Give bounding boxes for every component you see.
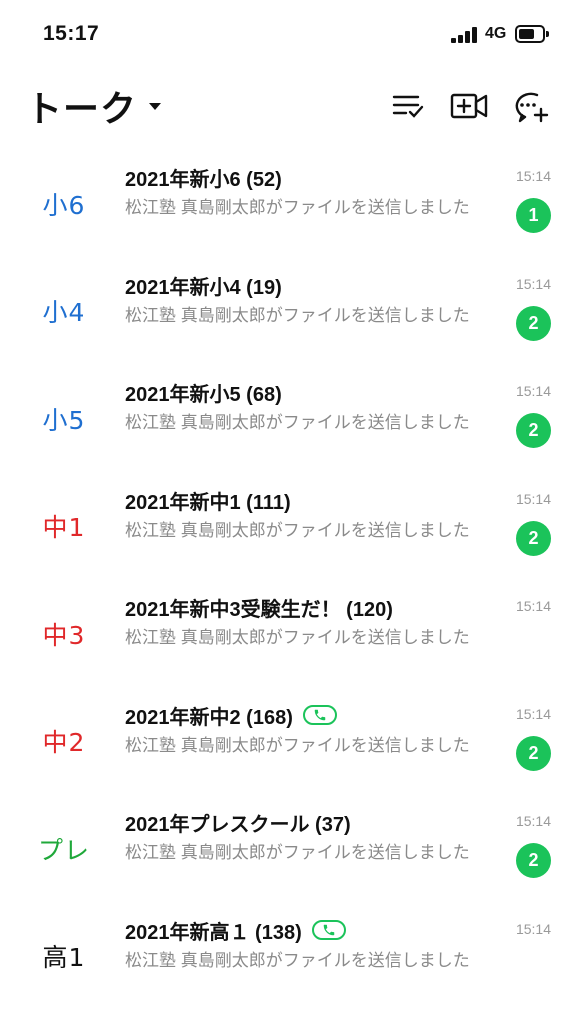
chat-avatar: 高1 bbox=[28, 903, 100, 1010]
chat-preview: 松江塾 真島剛太郎がファイルを送信しました bbox=[125, 198, 470, 217]
call-active-icon bbox=[311, 920, 346, 940]
avatar-label: 中1 bbox=[42, 513, 86, 542]
chat-time: 15:14 bbox=[515, 490, 551, 507]
title-dropdown[interactable]: トーク bbox=[26, 80, 162, 132]
chat-time: 15:14 bbox=[515, 383, 551, 399]
chat-time: 15:14 bbox=[515, 705, 551, 722]
status-time: 15:17 bbox=[43, 22, 100, 45]
chat-preview: 松江塾 真島剛太郎がファイルを送信しました bbox=[125, 413, 470, 432]
unread-badge: 1 bbox=[516, 198, 551, 233]
unread-badge: 2 bbox=[516, 413, 551, 448]
chat-preview: 松江塾 真島剛太郎がファイルを送信しました bbox=[125, 305, 470, 325]
avatar-label: 小5 bbox=[42, 405, 86, 435]
chat-avatar: 中1 bbox=[28, 473, 100, 580]
unread-badge: 2 bbox=[516, 843, 551, 878]
new-chat-icon[interactable] bbox=[511, 86, 551, 126]
call-active-icon bbox=[302, 705, 337, 725]
chat-row[interactable]: 小6 2021年新小6 (52) 松江塾 真島剛太郎がファイルを送信しました 1… bbox=[0, 150, 577, 258]
chat-name-line: 2021年新小5 (68) bbox=[125, 378, 282, 407]
chat-time: 15:14 bbox=[515, 813, 551, 829]
chat-name-line: 2021年新中2 (168) bbox=[125, 701, 337, 730]
page-title: トーク bbox=[26, 88, 138, 129]
chat-name: 2021年新中2 (168) bbox=[125, 706, 293, 729]
chat-avatar: プレ bbox=[28, 795, 100, 902]
chat-name-line: 2021年プレスクール (37) bbox=[125, 808, 351, 837]
chat-avatar: 小5 bbox=[28, 365, 100, 472]
caret-down-icon bbox=[149, 102, 162, 110]
status-bar: 15:17 4G bbox=[0, 0, 577, 70]
chat-row[interactable]: プレ 2021年プレスクール (37) 松江塾 真島剛太郎がファイルを送信しまし… bbox=[0, 795, 577, 903]
chat-name-line: 2021年新中3受験生だ！ (120) bbox=[125, 593, 393, 622]
chat-avatar: 中2 bbox=[28, 688, 100, 795]
chat-name-line: 2021年新小4 (19) bbox=[125, 271, 282, 300]
avatar-label: 中3 bbox=[42, 620, 86, 650]
chat-row[interactable]: 中3 2021年新中3受験生だ！ (120) 松江塾 真島剛太郎がファイルを送信… bbox=[0, 580, 577, 688]
chat-avatar: 小6 bbox=[28, 150, 100, 257]
unread-badge: 2 bbox=[516, 735, 551, 771]
chat-preview: 松江塾 真島剛太郎がファイルを送信しました bbox=[125, 950, 470, 970]
chat-name-line: 2021年新中1 (111) bbox=[125, 486, 291, 515]
chat-time: 15:14 bbox=[515, 598, 551, 614]
chat-row[interactable]: 中1 2021年新中1 (111) 松江塾 真島剛太郎がファイルを送信しました … bbox=[0, 473, 577, 581]
chat-row[interactable]: 小4 2021年新小4 (19) 松江塾 真島剛太郎がファイルを送信しました 1… bbox=[0, 258, 577, 366]
avatar-label: 高1 bbox=[42, 943, 86, 972]
chat-name: 2021年新小6 (52) bbox=[125, 169, 282, 191]
video-call-icon[interactable] bbox=[449, 86, 489, 126]
chat-name: 2021年新小4 (19) bbox=[125, 276, 282, 299]
chat-preview: 松江塾 真島剛太郎がファイルを送信しました bbox=[125, 735, 470, 755]
avatar-label: プレ bbox=[37, 835, 90, 865]
chat-name: 2021年新小5 (68) bbox=[125, 384, 282, 406]
edit-list-icon[interactable] bbox=[388, 86, 428, 126]
signal-icon bbox=[451, 27, 479, 43]
chat-preview: 松江塾 真島剛太郎がファイルを送信しました bbox=[125, 628, 470, 647]
chat-avatar: 小4 bbox=[28, 258, 100, 365]
chat-row[interactable]: 小5 2021年新小5 (68) 松江塾 真島剛太郎がファイルを送信しました 1… bbox=[0, 365, 577, 473]
chat-list: 小6 2021年新小6 (52) 松江塾 真島剛太郎がファイルを送信しました 1… bbox=[0, 150, 577, 1010]
chat-preview: 松江塾 真島剛太郎がファイルを送信しました bbox=[125, 843, 470, 862]
chat-row[interactable]: 中2 2021年新中2 (168) 松江塾 真島剛太郎がファイルを送信しました … bbox=[0, 688, 577, 796]
unread-badge: 2 bbox=[516, 520, 551, 556]
header: トーク bbox=[0, 70, 577, 150]
avatar-label: 小6 bbox=[42, 190, 86, 220]
network-label: 4G bbox=[485, 25, 507, 42]
avatar-label: 中2 bbox=[42, 728, 86, 757]
chat-time: 15:14 bbox=[515, 275, 551, 292]
chat-time: 15:14 bbox=[515, 920, 551, 937]
chat-preview: 松江塾 真島剛太郎がファイルを送信しました bbox=[125, 520, 470, 540]
battery-icon bbox=[515, 25, 549, 43]
chat-name: 2021年プレスクール (37) bbox=[125, 814, 351, 836]
unread-badge: 2 bbox=[516, 305, 551, 341]
chat-time: 15:14 bbox=[515, 168, 551, 184]
chat-name-line: 2021年新小6 (52) bbox=[125, 163, 282, 192]
avatar-label: 小4 bbox=[42, 298, 86, 327]
chat-row[interactable]: 高1 2021年新高１ (138) 松江塾 真島剛太郎がファイルを送信しました … bbox=[0, 903, 577, 1011]
chat-name-line: 2021年新高１ (138) bbox=[125, 916, 346, 945]
chat-avatar: 中3 bbox=[28, 580, 100, 687]
chat-name: 2021年新中3受験生だ！ (120) bbox=[125, 599, 393, 621]
chat-name: 2021年新高１ (138) bbox=[125, 921, 302, 944]
chat-name: 2021年新中1 (111) bbox=[125, 491, 291, 514]
